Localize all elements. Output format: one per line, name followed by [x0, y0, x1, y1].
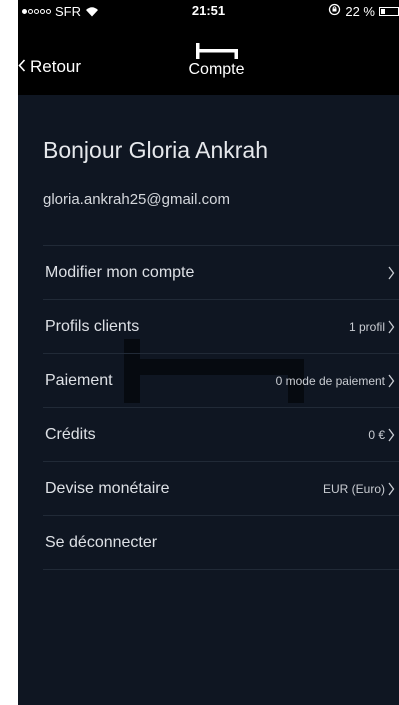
- menu-item-right: 1 profil: [349, 320, 395, 334]
- chevron-right-icon: [388, 266, 395, 280]
- menu-item-value: 1 profil: [348, 319, 385, 334]
- chevron-right-icon: [388, 320, 395, 334]
- menu-item-value: EUR (Euro): [322, 481, 385, 496]
- chevron-right-icon: [388, 428, 395, 442]
- battery-icon: [379, 6, 399, 16]
- menu-item-client-profiles[interactable]: Profils clients 1 profil: [43, 300, 399, 354]
- status-right: 22 %: [328, 3, 399, 19]
- status-bar: SFR 21:51 22 %: [18, 0, 399, 20]
- app-screen: SFR 21:51 22 % Retour Compte Bonjour Glo…: [18, 0, 399, 705]
- menu-item-label: Crédits: [45, 425, 96, 443]
- battery-percent: 22 %: [345, 3, 375, 19]
- chevron-right-icon: [388, 374, 395, 388]
- menu-item-label: Devise monétaire: [45, 479, 170, 497]
- page-title: Compte: [188, 61, 245, 78]
- menu-item-value: 0 €: [368, 427, 385, 442]
- menu-item-right: EUR (Euro): [323, 482, 395, 496]
- chevron-right-icon: [388, 482, 395, 496]
- menu-item-label: Paiement: [45, 371, 113, 389]
- battery-fill: [381, 8, 385, 14]
- menu-item-right: 0 mode de paiement: [276, 374, 395, 388]
- menu-item-label: Se déconnecter: [45, 533, 158, 551]
- menu-item-label: Modifier mon compte: [45, 263, 195, 281]
- nav-bar: Retour Compte: [18, 20, 399, 95]
- orientation-lock-icon: [328, 3, 341, 19]
- menu-item-credits[interactable]: Crédits 0 €: [43, 408, 399, 462]
- account-content: Bonjour Gloria Ankrah gloria.ankrah25@gm…: [18, 95, 399, 705]
- menu-item-right: 0 €: [368, 428, 395, 442]
- menu-item-value: 0 mode de paiement: [275, 373, 385, 388]
- greeting-heading: Bonjour Gloria Ankrah: [43, 137, 269, 163]
- account-menu: Modifier mon compte Profils clients 1 pr…: [43, 245, 399, 570]
- menu-item-right: [385, 266, 395, 280]
- menu-item-payment[interactable]: Paiement 0 mode de paiement: [43, 354, 399, 408]
- menu-item-label: Profils clients: [45, 317, 140, 335]
- menu-item-currency[interactable]: Devise monétaire EUR (Euro): [43, 462, 399, 516]
- menu-item-edit-account[interactable]: Modifier mon compte: [43, 246, 399, 300]
- top-bar: SFR 21:51 22 % Retour Compte: [18, 0, 399, 95]
- user-email: gloria.ankrah25@gmail.com: [43, 191, 230, 208]
- menu-item-logout[interactable]: Se déconnecter: [43, 516, 399, 570]
- phone-frame: SFR 21:51 22 % Retour Compte Bonjour Glo…: [0, 0, 399, 705]
